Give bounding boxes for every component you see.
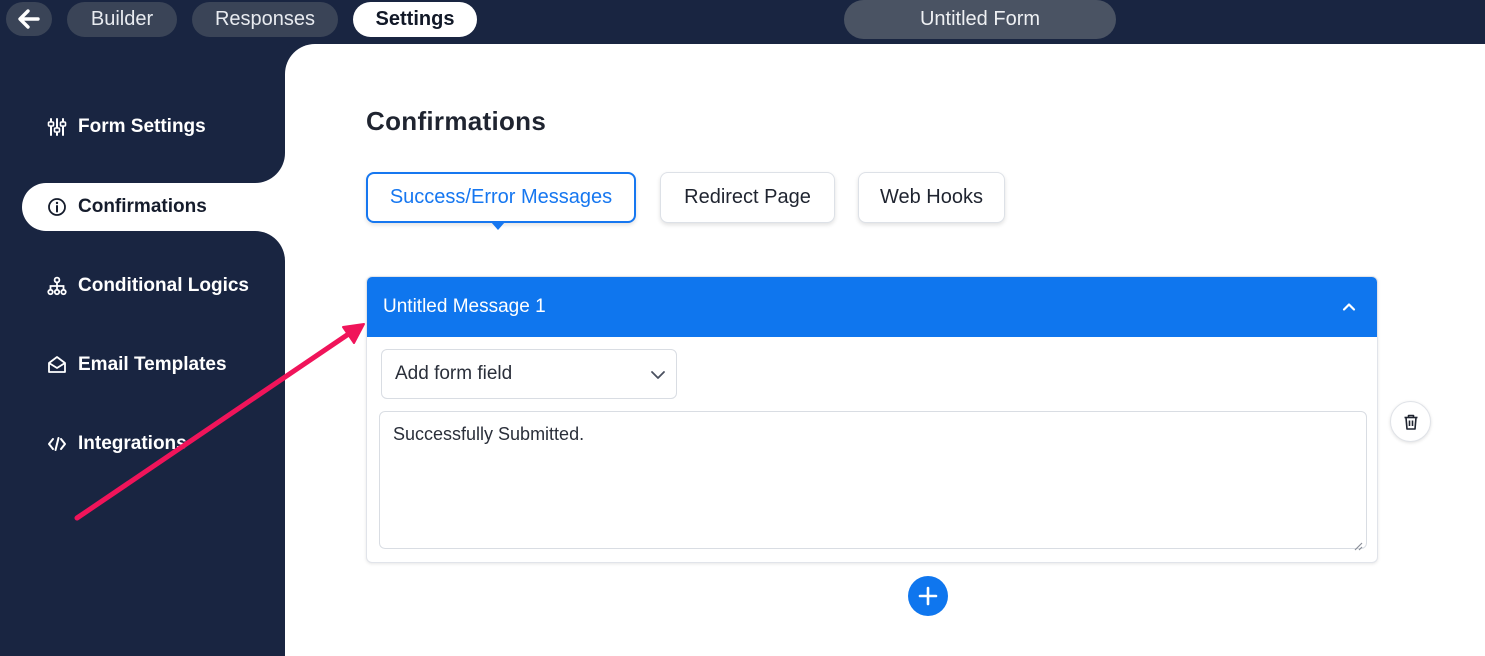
sidebar-item-label: Form Settings: [78, 116, 206, 137]
message-title: Untitled Message 1: [383, 296, 546, 317]
plus-icon: [918, 586, 938, 606]
tab-web-hooks[interactable]: Web Hooks: [858, 172, 1005, 223]
hierarchy-icon: [46, 275, 68, 297]
active-tab-indicator: [491, 222, 505, 230]
info-circle-icon: [46, 196, 68, 218]
sliders-icon: [46, 116, 68, 138]
sidebar-item-label: Conditional Logics: [78, 275, 249, 296]
main-panel: Confirmations Success/Error Messages Red…: [285, 44, 1485, 656]
settings-sidebar: Form Settings Confirmations Conditional …: [0, 44, 285, 656]
sidebar-item-confirmations[interactable]: Confirmations: [22, 183, 285, 231]
sidebar-item-label: Confirmations: [78, 196, 207, 217]
top-bar: Builder Responses Settings Untitled Form: [0, 0, 1485, 44]
envelope-open-icon: [46, 354, 68, 376]
tab-builder[interactable]: Builder: [67, 2, 177, 37]
tab-success-error-messages[interactable]: Success/Error Messages: [366, 172, 636, 223]
arrow-left-icon: [18, 9, 40, 29]
form-title[interactable]: Untitled Form: [844, 0, 1116, 39]
message-card: Untitled Message 1 Add form field Succes…: [366, 276, 1378, 563]
tab-redirect-page[interactable]: Redirect Page: [660, 172, 835, 223]
tab-settings[interactable]: Settings: [353, 2, 477, 37]
sidebar-item-form-settings[interactable]: Form Settings: [22, 103, 285, 151]
page-title: Confirmations: [366, 106, 547, 136]
add-message-button[interactable]: [908, 576, 948, 616]
message-textarea[interactable]: Successfully Submitted.: [379, 411, 1367, 551]
tab-responses[interactable]: Responses: [192, 2, 338, 37]
chevron-down-icon: [648, 365, 668, 385]
sidebar-item-email-templates[interactable]: Email Templates: [22, 341, 285, 389]
resize-handle-icon[interactable]: [1353, 535, 1363, 551]
sidebar-item-label: Email Templates: [78, 354, 227, 375]
add-form-field-select[interactable]: Add form field: [381, 349, 677, 399]
add-form-field-label: Add form field: [395, 363, 513, 384]
chevron-up-icon[interactable]: [1339, 297, 1359, 317]
sidebar-item-conditional-logics[interactable]: Conditional Logics: [22, 262, 285, 310]
message-card-header[interactable]: Untitled Message 1: [367, 277, 1377, 337]
trash-icon: [1404, 414, 1417, 430]
sidebar-item-integrations[interactable]: Integrations: [22, 420, 285, 468]
message-text: Successfully Submitted.: [393, 424, 585, 444]
delete-message-button[interactable]: [1390, 401, 1431, 442]
back-button[interactable]: [6, 2, 52, 36]
code-icon: [46, 433, 68, 455]
sidebar-item-label: Integrations: [78, 433, 187, 454]
